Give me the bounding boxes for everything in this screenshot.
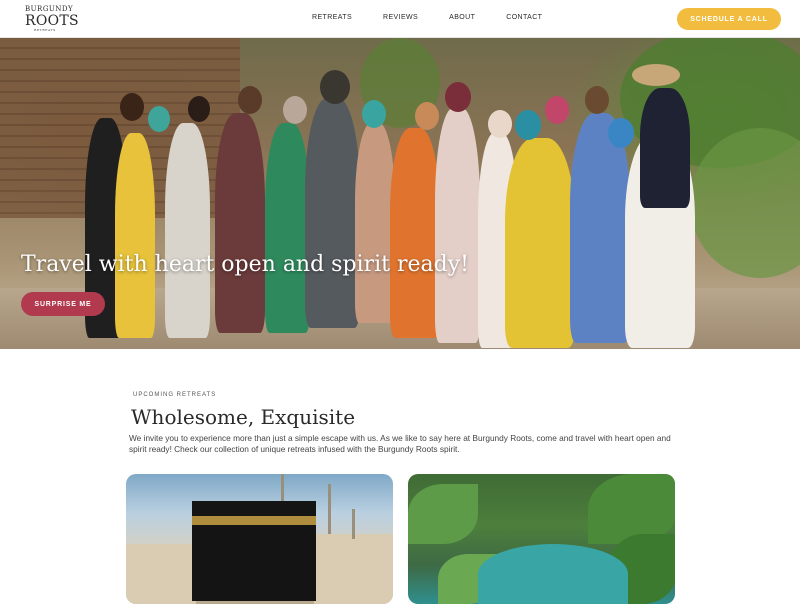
hero-title: Travel with heart open and spirit ready! [21,252,469,277]
hero-photo-head [608,118,634,148]
hero-photo-person [115,133,155,338]
card-photo-building [126,544,196,604]
hero-photo-hat [632,64,680,86]
hero-photo-person [640,88,690,208]
hero-photo-head [188,96,210,122]
hero-photo-person [390,128,440,338]
hero-photo-head [320,70,350,104]
logo-line-2: ROOTS [25,13,79,29]
hero-photo-head [585,86,609,114]
hero-photo-head [148,106,170,132]
section-title: Wholesome, Exquisite [131,405,356,429]
nav-contact[interactable]: CONTACT [506,14,542,21]
surprise-me-button[interactable]: SURPRISE ME [21,292,105,316]
hero-photo-person [505,138,575,348]
nav-reviews[interactable]: REVIEWS [383,14,418,21]
nav-about[interactable]: ABOUT [449,14,475,21]
hero-photo-head [488,110,512,138]
hero-photo-person [215,113,265,333]
hero-photo-head [515,110,541,140]
hero-photo-head [238,86,262,114]
retreat-card-jungle[interactable] [408,474,675,604]
hero-banner: Travel with heart open and spirit ready!… [0,38,800,349]
card-photo-leaf [408,484,478,544]
logo-line-1: BURGUNDY [25,5,74,13]
card-photo-tower [352,509,355,539]
card-photo-tower [328,484,331,534]
card-photo-water [478,544,628,604]
hero-photo-head [362,100,386,128]
hero-photo-head [445,82,471,112]
card-photo-building [314,534,393,604]
hero-photo-head [120,93,144,121]
card-photo-kaaba-band [192,516,316,525]
brand-logo[interactable]: BURGUNDY ROOTS RETREATS [25,5,79,32]
retreat-card-kaaba[interactable] [126,474,393,604]
logo-line-3: RETREATS [34,28,56,32]
hero-photo-head [545,96,569,124]
section-eyebrow: UPCOMING RETREATS [133,392,217,398]
hero-photo-person [435,108,480,343]
hero-photo-person [305,98,360,328]
site-header: BURGUNDY ROOTS RETREATS RETREATS REVIEWS… [0,0,800,38]
main-nav: RETREATS REVIEWS ABOUT CONTACT [312,14,573,21]
hero-photo-head [283,96,307,124]
nav-retreats[interactable]: RETREATS [312,14,352,21]
hero-photo-person [265,123,310,333]
hero-photo-head [415,102,439,130]
hero-photo-person [165,123,210,338]
section-description: We invite you to experience more than ju… [129,433,671,454]
schedule-call-button[interactable]: SCHEDULE A CALL [677,8,781,30]
hero-photo-person [355,123,395,323]
